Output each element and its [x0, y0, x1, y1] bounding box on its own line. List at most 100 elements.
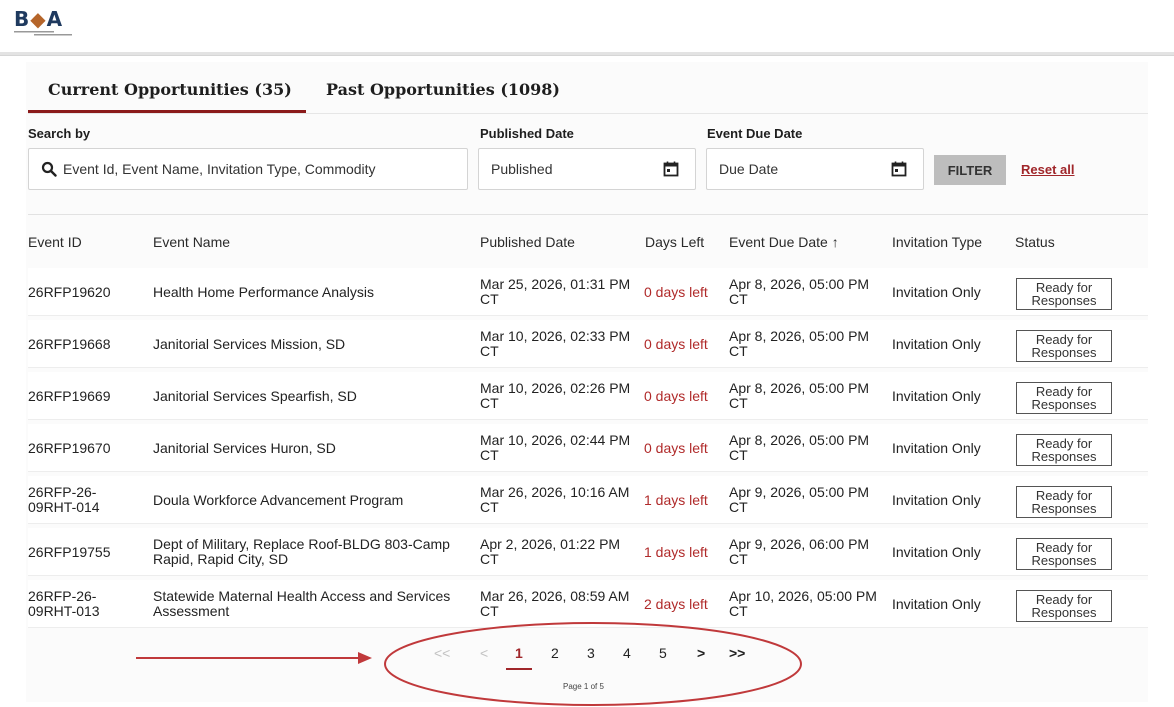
cell-event-id: 26RFP-26-09RHT-014: [28, 484, 100, 515]
status-ready-for-responses-button[interactable]: Ready for Responses: [1016, 486, 1112, 518]
header-published-date[interactable]: Published Date: [480, 234, 575, 250]
last-page-button[interactable]: >>: [729, 645, 745, 661]
header-days-left[interactable]: Days Left: [645, 234, 704, 250]
page-info: Page 1 of 5: [563, 682, 604, 691]
page-button-5[interactable]: 5: [659, 645, 667, 661]
cell-event-id: 26RFP-26-09RHT-013: [28, 588, 100, 619]
cell-published-date: Mar 10, 2026, 02:33 PM CT: [480, 328, 631, 359]
cell-invitation-type: Invitation Only: [892, 596, 981, 612]
cell-event-id: 26RFP19755: [28, 544, 111, 560]
boa-logo: B◆A: [14, 8, 86, 38]
page-button-1[interactable]: 1: [515, 645, 523, 661]
cell-invitation-type: Invitation Only: [892, 388, 981, 404]
cell-published-date: Mar 10, 2026, 02:44 PM CT: [480, 432, 631, 463]
cell-event-name[interactable]: Health Home Performance Analysis: [153, 285, 463, 300]
status-ready-for-responses-button[interactable]: Ready for Responses: [1016, 590, 1112, 622]
table-row[interactable]: 26RFP19668 Janitorial Services Mission, S…: [28, 320, 1148, 368]
header-invitation-type[interactable]: Invitation Type: [892, 234, 982, 250]
cell-event-due-date: Apr 8, 2026, 05:00 PM CT: [729, 276, 870, 307]
cell-published-date: Mar 25, 2026, 01:31 PM CT: [480, 276, 631, 307]
cell-event-id: 26RFP19669: [28, 388, 111, 404]
cell-days-left: 1 days left: [644, 492, 708, 508]
header-bar: [0, 52, 1174, 56]
tab-divider: [28, 113, 1148, 114]
header-event-due-date[interactable]: Event Due Date ↑: [729, 234, 839, 250]
cell-event-id: 26RFP19670: [28, 440, 111, 456]
table-row[interactable]: 26RFP19669 Janitorial Services Spearfish,…: [28, 372, 1148, 420]
first-page-button[interactable]: <<: [434, 645, 450, 661]
next-page-button[interactable]: >: [697, 645, 705, 661]
status-ready-for-responses-button[interactable]: Ready for Responses: [1016, 278, 1112, 310]
published-date-label: Published Date: [480, 126, 574, 141]
header-event-name[interactable]: Event Name: [153, 234, 230, 250]
status-ready-for-responses-button[interactable]: Ready for Responses: [1016, 538, 1112, 570]
filter-separator: [28, 214, 1148, 215]
cell-published-date: Mar 26, 2026, 10:16 AM CT: [480, 484, 630, 515]
logo-wordmark: B◆A: [14, 8, 86, 30]
cell-days-left: 1 days left: [644, 544, 708, 560]
cell-days-left: 0 days left: [644, 388, 708, 404]
cell-invitation-type: Invitation Only: [892, 492, 981, 508]
table-row[interactable]: 26RFP-26-09RHT-013 Statewide Maternal Hea…: [28, 580, 1148, 628]
cell-days-left: 0 days left: [644, 336, 708, 352]
cell-published-date: Mar 26, 2026, 08:59 AM CT: [480, 588, 630, 619]
cell-days-left: 0 days left: [644, 440, 708, 456]
table-row[interactable]: 26RFP-26-09RHT-014 Doula Workforce Advanc…: [28, 476, 1148, 524]
published-date-field[interactable]: [478, 148, 696, 190]
search-input[interactable]: [63, 161, 467, 177]
cell-event-due-date: Apr 10, 2026, 05:00 PM CT: [729, 588, 877, 619]
cell-event-name[interactable]: Doula Workforce Advancement Program: [153, 493, 463, 508]
cell-event-due-date: Apr 8, 2026, 05:00 PM CT: [729, 328, 870, 359]
cell-event-name[interactable]: Dept of Military, Replace Roof-BLDG 803-…: [153, 537, 463, 567]
reset-all-link[interactable]: Reset all: [1021, 162, 1074, 177]
status-ready-for-responses-button[interactable]: Ready for Responses: [1016, 382, 1112, 414]
cell-event-name[interactable]: Janitorial Services Huron, SD: [153, 441, 463, 456]
header-event-due-date-label: Event Due Date: [729, 234, 828, 250]
cell-event-due-date: Apr 8, 2026, 05:00 PM CT: [729, 380, 870, 411]
cell-event-due-date: Apr 9, 2026, 06:00 PM CT: [729, 536, 870, 567]
calendar-icon[interactable]: [663, 161, 679, 177]
cell-invitation-type: Invitation Only: [892, 336, 981, 352]
cell-published-date: Mar 10, 2026, 02:26 PM CT: [480, 380, 631, 411]
page-button-3[interactable]: 3: [587, 645, 595, 661]
cell-event-id: 26RFP19620: [28, 284, 111, 300]
status-ready-for-responses-button[interactable]: Ready for Responses: [1016, 434, 1112, 466]
page-button-2[interactable]: 2: [551, 645, 559, 661]
filter-button[interactable]: FILTER: [934, 155, 1006, 185]
cell-event-name[interactable]: Janitorial Services Mission, SD: [153, 337, 463, 352]
cell-invitation-type: Invitation Only: [892, 440, 981, 456]
search-icon: [41, 161, 57, 177]
cell-event-due-date: Apr 8, 2026, 05:00 PM CT: [729, 432, 870, 463]
cell-event-due-date: Apr 9, 2026, 05:00 PM CT: [729, 484, 870, 515]
current-page-indicator: [506, 668, 532, 670]
sort-ascending-icon: ↑: [831, 234, 839, 250]
cell-event-name[interactable]: Statewide Maternal Health Access and Ser…: [153, 589, 463, 619]
table-row[interactable]: 26RFP19755 Dept of Military, Replace Roof…: [28, 528, 1148, 576]
cell-event-name[interactable]: Janitorial Services Spearfish, SD: [153, 389, 463, 404]
cell-days-left: 0 days left: [644, 284, 708, 300]
logo-fine-print-icon: [14, 31, 72, 36]
search-label: Search by: [28, 126, 91, 141]
logo-letter-b: B: [14, 7, 31, 31]
cell-event-id: 26RFP19668: [28, 336, 111, 352]
logo-subtext: [14, 30, 86, 39]
table-row[interactable]: 26RFP19670 Janitorial Services Huron, SD M…: [28, 424, 1148, 472]
tab-current-opportunities[interactable]: Current Opportunities (35): [48, 80, 292, 99]
cell-published-date: Apr 2, 2026, 01:22 PM CT: [480, 536, 621, 567]
tab-past-opportunities[interactable]: Past Opportunities (1098): [326, 80, 560, 99]
logo-drop-icon: ◆: [30, 7, 47, 31]
event-due-date-label: Event Due Date: [707, 126, 803, 141]
prev-page-button[interactable]: <: [480, 645, 488, 661]
cell-invitation-type: Invitation Only: [892, 544, 981, 560]
page-button-4[interactable]: 4: [623, 645, 631, 661]
header-event-id[interactable]: Event ID: [28, 234, 82, 250]
logo-letter-a: A: [46, 7, 64, 31]
header-status[interactable]: Status: [1015, 234, 1055, 250]
search-field[interactable]: [28, 148, 468, 190]
cell-days-left: 2 days left: [644, 596, 708, 612]
status-ready-for-responses-button[interactable]: Ready for Responses: [1016, 330, 1112, 362]
calendar-icon[interactable]: [891, 161, 907, 177]
table-row[interactable]: 26RFP19620 Health Home Performance Analys…: [28, 268, 1148, 316]
due-date-field[interactable]: [706, 148, 924, 190]
cell-invitation-type: Invitation Only: [892, 284, 981, 300]
